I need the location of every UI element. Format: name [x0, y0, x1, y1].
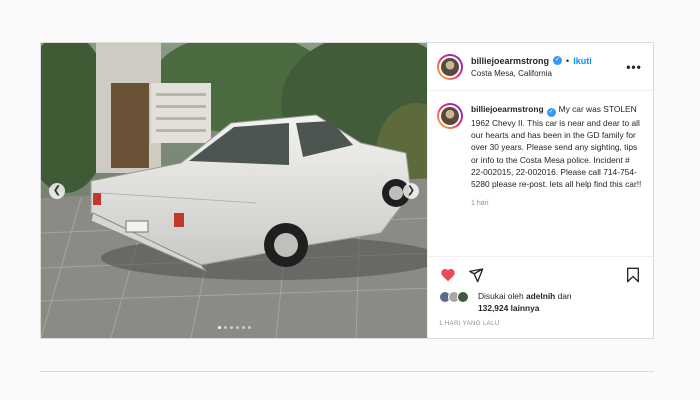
carousel-dots: [41, 326, 427, 329]
separator: •: [566, 55, 570, 66]
liked-by-join: dan: [557, 291, 572, 301]
likes-summary: Disukai oleh adelnih dan 132,924 lainnya: [439, 290, 572, 314]
send-icon[interactable]: [468, 267, 484, 283]
instagram-post: ❮ ❯ billiejoearmstrong ✓ • Ikuti Costa M…: [40, 42, 654, 339]
liked-by-user[interactable]: adelnih: [526, 291, 555, 301]
carousel-dot: [235, 326, 239, 329]
carousel-dot: [247, 326, 251, 329]
chevron-right-icon[interactable]: ❯: [403, 183, 419, 199]
caption-username[interactable]: billiejoearmstrong: [471, 104, 544, 114]
post-sidebar: billiejoearmstrong ✓ • Ikuti Costa Mesa,…: [427, 43, 653, 338]
avatar[interactable]: [437, 53, 463, 80]
more-options-icon[interactable]: •••: [625, 60, 643, 74]
avatar: [457, 291, 469, 303]
carousel-dot: [229, 326, 233, 329]
liker-avatars: [439, 291, 475, 303]
action-bar: [428, 256, 653, 283]
chevron-left-icon[interactable]: ❮: [49, 183, 65, 199]
caption-avatar[interactable]: [437, 103, 463, 129]
likes-count[interactable]: 132,924 lainnya: [478, 303, 539, 313]
caption: billiejoearmstrong ✓ My car was STOLEN 196…: [428, 91, 653, 249]
liked-by-prefix: Disukai oleh: [478, 291, 524, 301]
verified-badge-icon: ✓: [553, 56, 563, 65]
car-photo: [41, 43, 427, 338]
caption-time[interactable]: 1 hari: [471, 198, 643, 210]
carousel-dot: [217, 326, 221, 329]
follow-button[interactable]: Ikuti: [573, 56, 592, 66]
divider: [40, 371, 654, 372]
verified-badge-icon: ✓: [546, 108, 556, 117]
header-username[interactable]: billiejoearmstrong: [471, 56, 549, 66]
carousel-dot: [241, 326, 245, 329]
bookmark-icon[interactable]: [625, 267, 641, 283]
location-link[interactable]: Costa Mesa, California: [471, 69, 625, 78]
post-timestamp[interactable]: 1 HARI YANG LALU: [439, 320, 500, 327]
post-header: billiejoearmstrong ✓ • Ikuti Costa Mesa,…: [428, 43, 653, 91]
heart-filled-icon[interactable]: [440, 267, 456, 283]
carousel-dot: [223, 326, 227, 329]
post-image[interactable]: ❮ ❯: [41, 43, 427, 338]
caption-text: My car was STOLEN 1962 Chevy II. This ca…: [471, 104, 642, 190]
